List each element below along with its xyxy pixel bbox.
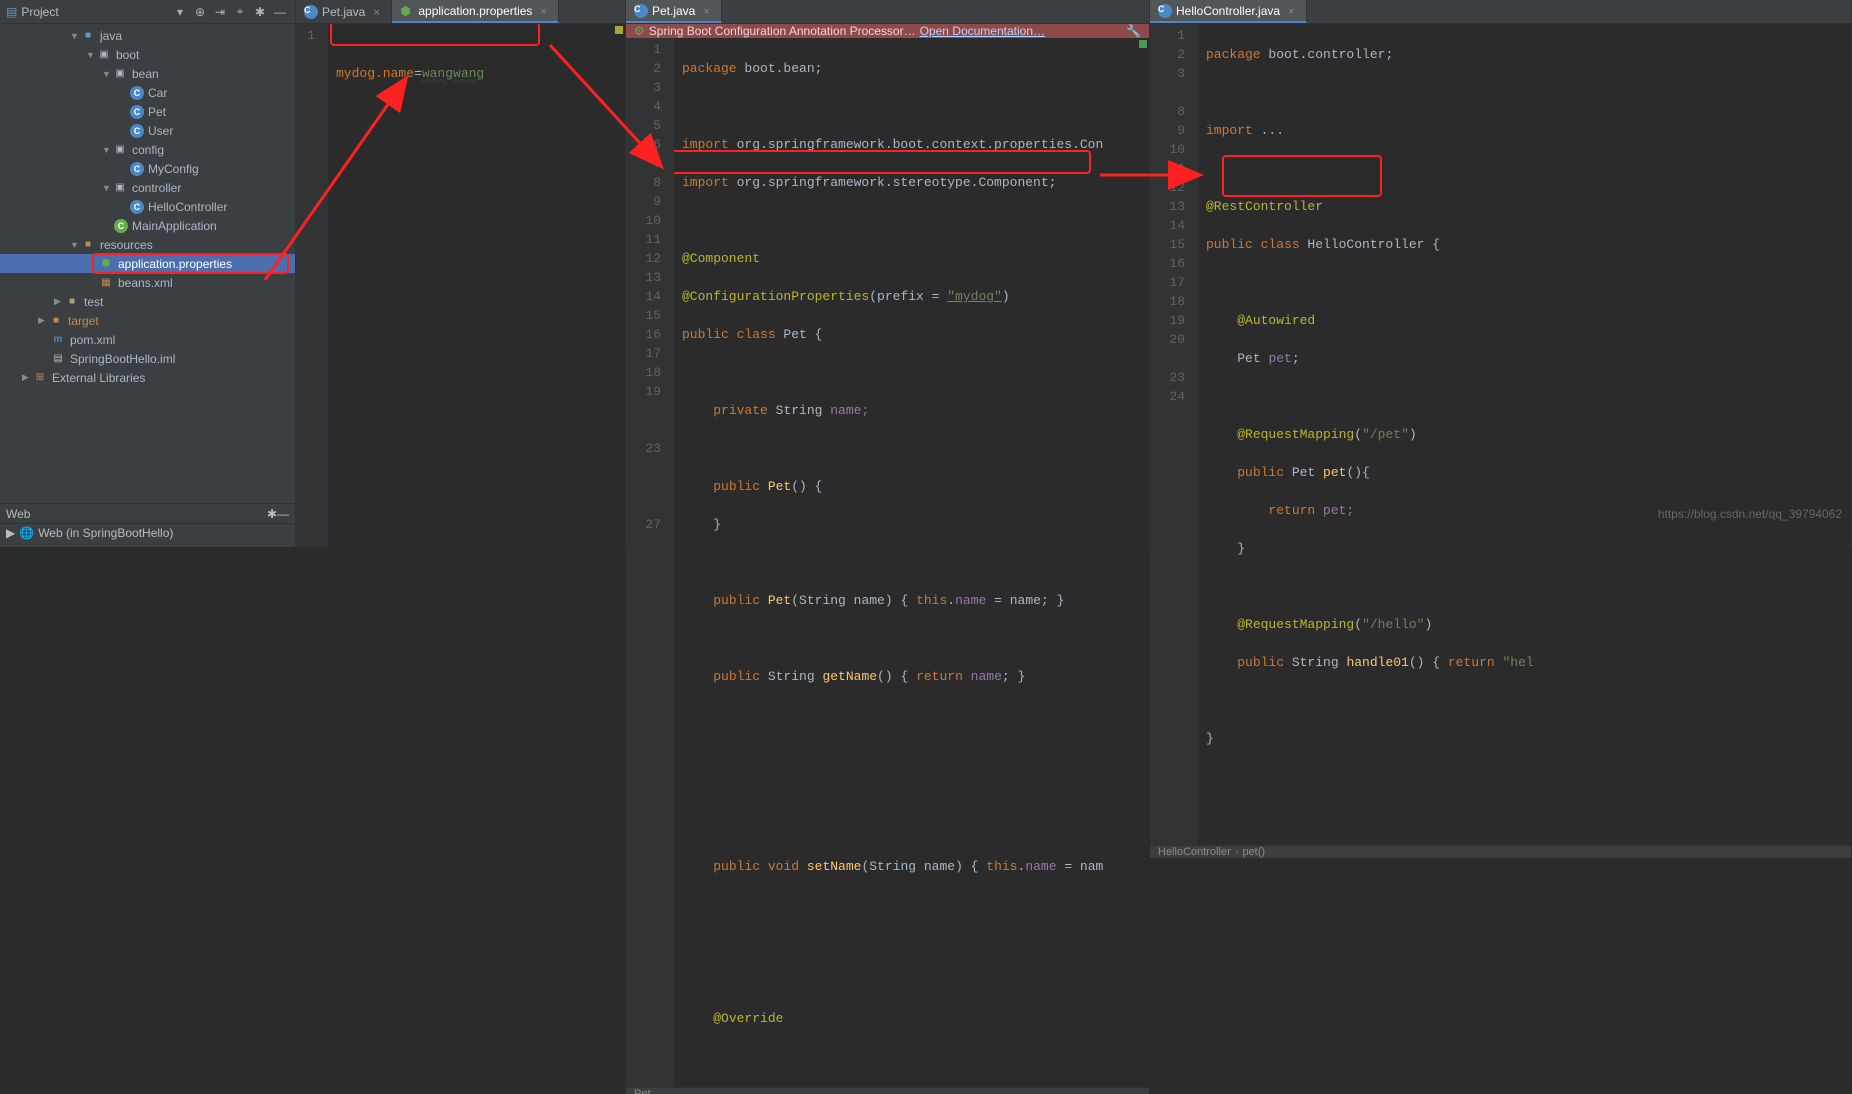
editor-tabs-1: CPet.java× ⬢application.properties× bbox=[296, 0, 625, 24]
close-icon[interactable]: × bbox=[1288, 6, 1298, 16]
editor-area: CPet.java× ⬢application.properties× 1 my… bbox=[296, 0, 1852, 547]
web-settings-icon[interactable]: ✱ bbox=[267, 507, 277, 521]
web-project-label[interactable]: Web (in SpringBootHello) bbox=[38, 526, 173, 540]
tab-app-properties[interactable]: ⬢application.properties× bbox=[392, 0, 559, 23]
tree-node-hellocontroller[interactable]: CHelloController bbox=[0, 197, 295, 216]
code-content[interactable]: package package boot.bean;boot.bean; imp… bbox=[674, 38, 1149, 1087]
gutter: 1 2 3 8 9 10 11 12 13 14 15 16 17 18 19 … bbox=[1150, 24, 1198, 845]
editor-col-properties: CPet.java× ⬢application.properties× 1 my… bbox=[296, 0, 626, 547]
breadcrumb-item[interactable]: pet() bbox=[1242, 846, 1265, 858]
code-editor-controller[interactable]: 1 2 3 8 9 10 11 12 13 14 15 16 17 18 19 … bbox=[1150, 24, 1851, 845]
tree-node-user[interactable]: CUser bbox=[0, 121, 295, 140]
editor-tabs-2: CPet.java× bbox=[626, 0, 1149, 24]
tab-pet-java-2[interactable]: CPet.java× bbox=[626, 0, 722, 23]
banner-link[interactable]: Open Documentation… bbox=[920, 24, 1045, 38]
dropdown-icon[interactable]: ▾ bbox=[171, 3, 189, 21]
web-tool-title: Web bbox=[6, 507, 30, 521]
project-tree: ▼■java ▼▣boot ▼▣bean CCar CPet CUser ▼▣c… bbox=[0, 24, 295, 503]
tree-node-test[interactable]: ▶■test bbox=[0, 292, 295, 311]
tree-node-beansxml[interactable]: ▦beans.xml bbox=[0, 273, 295, 292]
spring-banner: ⚙ Spring Boot Configuration Annotation P… bbox=[626, 24, 1149, 38]
wrench-icon[interactable]: 🔧 bbox=[1126, 24, 1141, 38]
tree-node-mainapp[interactable]: CMainApplication bbox=[0, 216, 295, 235]
tree-node-controller[interactable]: ▼▣controller bbox=[0, 178, 295, 197]
breadcrumb-controller: HelloController › pet() bbox=[1150, 845, 1851, 858]
breadcrumb-pet: Pet bbox=[626, 1087, 1149, 1094]
tree-node-boot[interactable]: ▼▣boot bbox=[0, 45, 295, 64]
code-editor-pet[interactable]: 1 2 3 4 5 6 7 8 9 10 11 12 13 14 15 16 1… bbox=[626, 38, 1149, 1087]
tree-node-myconfig[interactable]: CMyConfig bbox=[0, 159, 295, 178]
editor-tabs-3: CHelloController.java× bbox=[1150, 0, 1851, 24]
tree-node-car[interactable]: CCar bbox=[0, 83, 295, 102]
globe-icon: 🌐 bbox=[19, 526, 34, 540]
chevron-right-icon: › bbox=[1235, 846, 1239, 858]
tree-node-java[interactable]: ▼■java bbox=[0, 26, 295, 45]
gutter: 1 2 3 4 5 6 7 8 9 10 11 12 13 14 15 16 1… bbox=[626, 38, 674, 1087]
tree-node-bean[interactable]: ▼▣bean bbox=[0, 64, 295, 83]
project-tool-header: ▤ Project ▾ ⊕ ⇥ ⌖ ✱ — bbox=[0, 0, 295, 24]
tab-hellocontroller[interactable]: CHelloController.java× bbox=[1150, 0, 1307, 23]
folder-icon: ▤ bbox=[6, 5, 17, 19]
tree-node-appprops[interactable]: ⬢application.properties bbox=[0, 254, 295, 273]
close-icon[interactable]: × bbox=[703, 6, 713, 16]
locate-icon[interactable]: ⌖ bbox=[231, 3, 249, 21]
close-icon[interactable]: × bbox=[540, 6, 550, 16]
tree-node-target[interactable]: ▶■target bbox=[0, 311, 295, 330]
tree-node-pom[interactable]: mpom.xml bbox=[0, 330, 295, 349]
banner-text: Spring Boot Configuration Annotation Pro… bbox=[649, 24, 916, 38]
marker-ok-icon bbox=[1139, 40, 1147, 48]
project-sidebar: ▤ Project ▾ ⊕ ⇥ ⌖ ✱ — ▼■java ▼▣boot ▼▣be… bbox=[0, 0, 296, 547]
tab-pet-java-1[interactable]: CPet.java× bbox=[296, 0, 392, 23]
tree-node-iml[interactable]: ▤SpringBootHello.iml bbox=[0, 349, 295, 368]
tree-node-pet[interactable]: CPet bbox=[0, 102, 295, 121]
spring-icon: ⚙ bbox=[634, 24, 645, 38]
code-content[interactable]: package boot.controller; import ... @Res… bbox=[1198, 24, 1851, 845]
gutter: 1 bbox=[296, 24, 328, 547]
watermark: https://blog.csdn.net/qq_39794062 bbox=[1658, 507, 1842, 521]
breadcrumb-item[interactable]: HelloController bbox=[1158, 846, 1231, 858]
code-editor-properties[interactable]: 1 mydog.name=wangwang bbox=[296, 24, 625, 547]
hide-icon[interactable]: — bbox=[271, 3, 289, 21]
project-title: Project bbox=[21, 5, 169, 19]
collapse-icon[interactable]: ⇥ bbox=[211, 3, 229, 21]
tree-node-extlib[interactable]: ▶⊞External Libraries bbox=[0, 368, 295, 387]
scope-icon[interactable]: ⊕ bbox=[191, 3, 209, 21]
web-hide-icon[interactable]: — bbox=[277, 507, 289, 521]
close-icon[interactable]: × bbox=[373, 7, 383, 17]
editor-col-pet: CPet.java× ⚙ Spring Boot Configuration A… bbox=[626, 0, 1150, 547]
code-content[interactable]: mydog.name=wangwang bbox=[328, 24, 625, 547]
editor-col-controller: CHelloController.java× 1 2 3 8 9 10 11 1… bbox=[1150, 0, 1852, 547]
tree-node-config[interactable]: ▼▣config bbox=[0, 140, 295, 159]
settings-icon[interactable]: ✱ bbox=[251, 3, 269, 21]
tree-node-resources[interactable]: ▼■resources bbox=[0, 235, 295, 254]
web-tool-window: Web ✱ — ▶ 🌐 Web (in SpringBootHello) bbox=[0, 503, 295, 547]
breadcrumb-item[interactable]: Pet bbox=[634, 1088, 651, 1094]
marker-icon bbox=[615, 26, 623, 34]
